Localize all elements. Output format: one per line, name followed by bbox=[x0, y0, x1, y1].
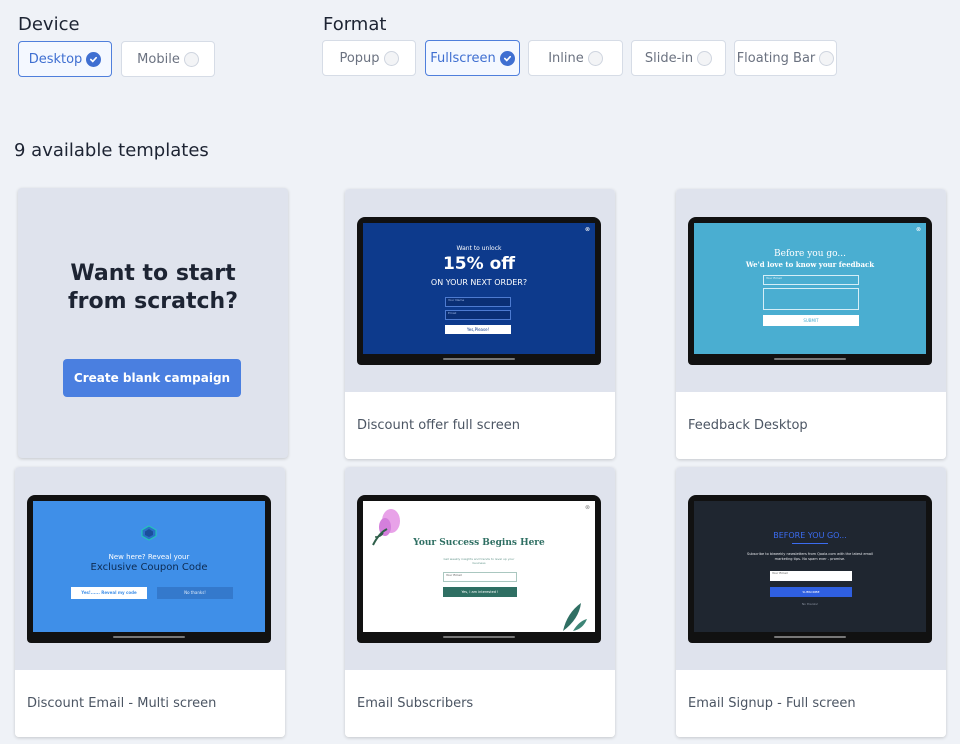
preview-text: ON YOUR NEXT ORDER? bbox=[430, 278, 528, 287]
device-option-label: Desktop bbox=[28, 51, 83, 67]
template-preview: Before you go... We'd love to know your … bbox=[676, 189, 946, 392]
template-card-email-signup[interactable]: BEFORE YOU GO... Subscribe to biweekly n… bbox=[676, 467, 946, 737]
format-option-label: Slide-in bbox=[644, 50, 694, 66]
preview-email-field: Your Email bbox=[443, 572, 517, 582]
format-option-floating-bar[interactable]: Floating Bar bbox=[734, 40, 837, 76]
device-option-mobile[interactable]: Mobile bbox=[121, 41, 215, 77]
format-option-label: Floating Bar bbox=[736, 50, 816, 66]
radio-icon bbox=[587, 50, 603, 66]
format-option-label: Fullscreen bbox=[430, 50, 496, 66]
template-card-discount-email[interactable]: New here? Reveal your Exclusive Coupon C… bbox=[15, 467, 285, 737]
close-icon: ⊗ bbox=[584, 226, 590, 233]
template-preview: Want to unlock 15% off ON YOUR NEXT ORDE… bbox=[345, 189, 615, 392]
blank-campaign-title: Want to start from scratch? bbox=[18, 260, 288, 316]
preview-screen: Before you go... We'd love to know your … bbox=[694, 223, 926, 354]
template-name: Email Subscribers bbox=[345, 670, 615, 737]
preview-email-field: Email bbox=[445, 310, 511, 320]
blank-title-line1: Want to start bbox=[70, 261, 236, 286]
preview-screen: BEFORE YOU GO... Subscribe to biweekly n… bbox=[694, 501, 926, 632]
preview-screen: Want to unlock 15% off ON YOUR NEXT ORDE… bbox=[363, 223, 595, 354]
close-icon: ⊗ bbox=[584, 504, 590, 511]
box-icon bbox=[141, 525, 157, 541]
preview-button: SUBSCRIBE bbox=[770, 587, 852, 597]
format-label: Format bbox=[323, 14, 387, 35]
leaf-icon bbox=[557, 599, 589, 631]
preview-button: Yes,Please! bbox=[445, 325, 511, 334]
laptop-frame: Before you go... We'd love to know your … bbox=[688, 217, 932, 365]
laptop-frame: Want to unlock 15% off ON YOUR NEXT ORDE… bbox=[357, 217, 601, 365]
preview-button: Yes!...... Reveal my code bbox=[71, 587, 147, 599]
preview-text: Want to unlock bbox=[456, 245, 502, 252]
laptop-base bbox=[113, 636, 185, 638]
check-icon bbox=[499, 50, 515, 66]
format-option-popup[interactable]: Popup bbox=[322, 40, 416, 76]
template-name: Discount Email - Multi screen bbox=[15, 670, 285, 737]
preview-button: SUBMIT bbox=[763, 315, 859, 326]
template-card-email-subscribers[interactable]: Your Success Begins Here Get weekly insi… bbox=[345, 467, 615, 737]
preview-footer-link: No thanks! bbox=[801, 602, 819, 606]
preview-secondary-button: No thanks! bbox=[157, 587, 233, 599]
laptop-frame: New here? Reveal your Exclusive Coupon C… bbox=[27, 495, 271, 643]
laptop-base bbox=[774, 636, 846, 638]
preview-headline: Exclusive Coupon Code bbox=[90, 562, 208, 573]
preview-screen: Your Success Begins Here Get weekly insi… bbox=[363, 501, 595, 632]
blank-campaign-card: Want to start from scratch? Create blank… bbox=[18, 188, 288, 458]
preview-button: Yes, I am interested ! bbox=[443, 587, 517, 597]
device-option-desktop[interactable]: Desktop bbox=[18, 41, 112, 77]
radio-icon bbox=[819, 50, 835, 66]
device-option-label: Mobile bbox=[137, 51, 180, 67]
preview-headline: BEFORE YOU GO... bbox=[773, 531, 847, 540]
laptop-frame: Your Success Begins Here Get weekly insi… bbox=[357, 495, 601, 643]
device-label: Device bbox=[18, 14, 80, 35]
laptop-frame: BEFORE YOU GO... Subscribe to biweekly n… bbox=[688, 495, 932, 643]
radio-icon bbox=[383, 50, 399, 66]
laptop-base bbox=[443, 636, 515, 638]
preview-headline: Before you go... bbox=[774, 249, 846, 259]
preview-headline: 15% off bbox=[442, 254, 516, 274]
laptop-base bbox=[443, 358, 515, 360]
blank-title-line2: from scratch? bbox=[68, 289, 238, 314]
templates-count: 9 available templates bbox=[14, 140, 209, 161]
template-name: Email Signup - Full screen bbox=[676, 670, 946, 737]
create-blank-campaign-button[interactable]: Create blank campaign bbox=[63, 359, 241, 397]
preview-headline: Your Success Begins Here bbox=[413, 538, 545, 548]
preview-feedback-textarea bbox=[763, 288, 859, 310]
format-option-label: Inline bbox=[548, 50, 584, 66]
preview-name-field: Your Name bbox=[445, 297, 511, 307]
preview-text: Get weekly insights and trends to level … bbox=[443, 557, 515, 565]
close-icon: ⊗ bbox=[915, 226, 921, 233]
template-name: Feedback Desktop bbox=[676, 392, 946, 459]
template-preview: Your Success Begins Here Get weekly insi… bbox=[345, 467, 615, 670]
template-card-feedback-desktop[interactable]: Before you go... We'd love to know your … bbox=[676, 189, 946, 459]
radio-icon bbox=[183, 51, 199, 67]
preview-text: We'd love to know your feedback bbox=[745, 260, 875, 269]
check-icon bbox=[86, 51, 102, 67]
preview-email-field: Your Email bbox=[763, 275, 859, 285]
template-preview: BEFORE YOU GO... Subscribe to biweekly n… bbox=[676, 467, 946, 670]
preview-text: Subscribe to biweekly newsletters from Q… bbox=[746, 552, 874, 561]
format-option-label: Popup bbox=[339, 50, 380, 66]
format-option-fullscreen[interactable]: Fullscreen bbox=[425, 40, 520, 76]
format-option-inline[interactable]: Inline bbox=[528, 40, 623, 76]
preview-screen: New here? Reveal your Exclusive Coupon C… bbox=[33, 501, 265, 632]
preview-email-field: Your Email bbox=[770, 571, 852, 581]
template-preview: New here? Reveal your Exclusive Coupon C… bbox=[15, 467, 285, 670]
template-card-discount-offer[interactable]: Want to unlock 15% off ON YOUR NEXT ORDE… bbox=[345, 189, 615, 459]
template-name: Discount offer full screen bbox=[345, 392, 615, 459]
laptop-base bbox=[774, 358, 846, 360]
radio-icon bbox=[697, 50, 713, 66]
preview-text: New here? Reveal your bbox=[108, 553, 190, 561]
divider bbox=[792, 543, 828, 544]
format-option-slide-in[interactable]: Slide-in bbox=[631, 40, 726, 76]
